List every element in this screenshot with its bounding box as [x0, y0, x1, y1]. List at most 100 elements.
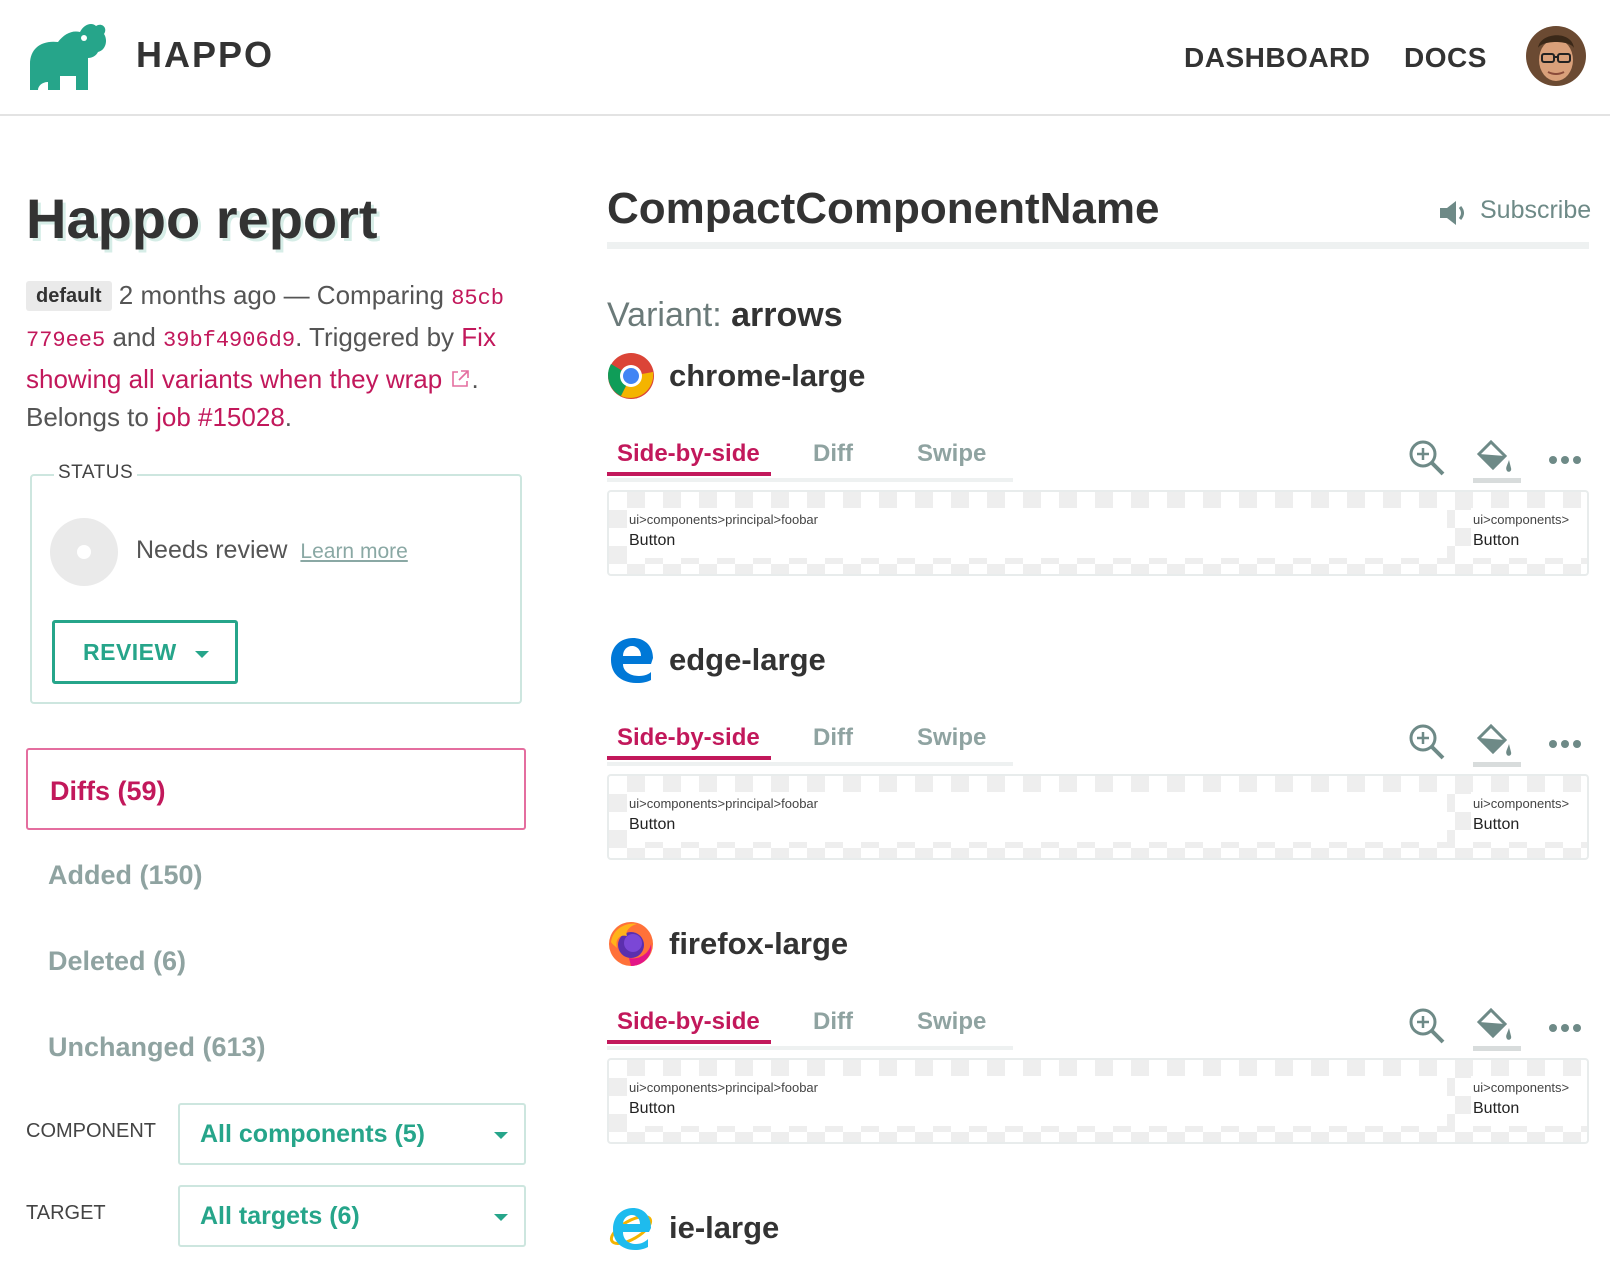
review-button[interactable]: REVIEW [52, 620, 238, 684]
fill-color-bar [1473, 478, 1521, 483]
component-select-value: All components (5) [200, 1120, 426, 1148]
tab-diff[interactable]: Diff [813, 440, 853, 468]
snapshot-path: ui>components> [1473, 1080, 1570, 1095]
meta-period: . [471, 364, 479, 394]
tab-side-by-side[interactable]: Side-by-side [617, 440, 760, 468]
firefox-icon [609, 922, 653, 966]
status-panel: STATUS Needs review Learn more REVIEW [30, 462, 522, 704]
paint-bucket-icon[interactable] [1473, 438, 1513, 478]
nav-dashboard-link[interactable]: DASHBOARD [1184, 42, 1371, 74]
snapshot-label: Button [1473, 816, 1520, 833]
snapshot-label: Button [629, 532, 676, 549]
target-section-chrome: chrome-large Side-by-side Diff Swipe ui>… [607, 352, 1589, 632]
nav-docs-link[interactable]: DOCS [1404, 42, 1487, 74]
subscribe-label: Subscribe [1480, 196, 1592, 224]
target-select-label: TARGET [26, 1202, 106, 1224]
target-select-value: All targets (6) [200, 1202, 360, 1230]
tab-diff[interactable]: Diff [813, 1008, 853, 1036]
filter-deleted[interactable]: Deleted (6) [26, 920, 526, 1002]
target-name: ie-large [669, 1210, 780, 1245]
paint-bucket-icon[interactable] [1473, 1006, 1513, 1046]
snapshot-label: Button [1473, 532, 1520, 549]
tab-swipe[interactable]: Swipe [917, 440, 986, 468]
paint-bucket-icon[interactable] [1473, 722, 1513, 762]
snapshot-label: Button [629, 816, 676, 833]
sha-after-link[interactable]: 39bf4906d9 [163, 328, 295, 353]
tab-swipe[interactable]: Swipe [917, 1008, 986, 1036]
more-options-icon[interactable] [1545, 442, 1585, 482]
chrome-icon [608, 353, 654, 399]
variant-label: Variant: [607, 296, 722, 334]
job-link[interactable]: job #15028 [156, 402, 285, 432]
target-name: firefox-large [669, 926, 849, 961]
tab-side-by-side[interactable]: Side-by-side [617, 1008, 760, 1036]
snapshot-before: ui>components>principal>foobar Button [627, 508, 1447, 558]
review-button-label: REVIEW [83, 638, 177, 665]
hippo-logo-icon[interactable] [24, 20, 108, 92]
view-tabs: Side-by-side Diff Swipe [607, 440, 1013, 482]
filter-unchanged[interactable]: Unchanged (613) [26, 1006, 526, 1088]
snapshot-after: ui>components> Button [1471, 1076, 1587, 1126]
title-divider [607, 242, 1589, 249]
avatar-image-icon [1526, 26, 1586, 86]
active-tab-indicator [607, 472, 771, 476]
variant-name: arrows [731, 296, 843, 334]
status-pending-icon [50, 518, 118, 586]
tab-diff[interactable]: Diff [813, 724, 853, 752]
target-section-ie: ie-large [607, 1204, 1589, 1264]
more-options-icon[interactable] [1545, 1010, 1585, 1050]
ie-icon [609, 1208, 653, 1250]
fill-color-bar [1473, 1046, 1521, 1051]
filter-diffs[interactable]: Diffs (59) [26, 748, 526, 830]
zoom-in-icon[interactable] [1407, 722, 1447, 762]
component-select[interactable]: All components (5) [178, 1103, 526, 1165]
active-tab-indicator [607, 1040, 771, 1044]
zoom-in-icon[interactable] [1407, 1006, 1447, 1046]
report-meta: default 2 months ago — Comparing 85cb 77… [26, 276, 526, 436]
status-legend: STATUS [54, 462, 138, 484]
project-tag: default [26, 281, 112, 311]
status-text: Needs review Learn more [136, 536, 408, 565]
snapshot-comparison[interactable]: ui>components>principal>foobar Button ui… [607, 774, 1589, 860]
component-title: CompactComponentName [607, 184, 1160, 233]
edge-icon [611, 638, 653, 683]
more-options-icon[interactable] [1545, 726, 1585, 766]
tab-side-by-side[interactable]: Side-by-side [617, 724, 760, 752]
meta-triggered: . Triggered by [295, 322, 462, 352]
meta-comparing: — Comparing [276, 280, 452, 310]
view-tabs: Side-by-side Diff Swipe [607, 724, 1013, 766]
target-name: chrome-large [669, 358, 866, 393]
snapshot-before: ui>components>principal>foobar Button [627, 1076, 1447, 1126]
meta-end: . [284, 402, 293, 432]
target-section-firefox: firefox-large Side-by-side Diff Swipe ui… [607, 920, 1589, 1200]
snapshot-label: Button [629, 1100, 676, 1117]
filter-added[interactable]: Added (150) [26, 834, 526, 916]
meta-and: and [105, 322, 164, 352]
snapshot-path: ui>components> [1473, 512, 1570, 527]
active-tab-indicator [607, 756, 771, 760]
snapshot-path: ui>components>principal>foobar [629, 1080, 818, 1095]
report-time: 2 months ago [118, 280, 277, 310]
zoom-in-icon[interactable] [1407, 438, 1447, 478]
speaker-icon [1440, 201, 1464, 225]
view-tabs: Side-by-side Diff Swipe [607, 1008, 1013, 1050]
learn-more-link[interactable]: Learn more [300, 540, 407, 563]
snapshot-label: Button [1473, 1100, 1520, 1117]
report-title: Happo report [26, 187, 378, 250]
user-avatar[interactable] [1526, 26, 1586, 86]
snapshot-after: ui>components> Button [1471, 792, 1587, 842]
brand-name[interactable]: HAPPO [136, 34, 274, 76]
fill-color-bar [1473, 762, 1521, 767]
snapshot-comparison[interactable]: ui>components>principal>foobar Button ui… [607, 1058, 1589, 1144]
snapshot-after: ui>components> Button [1471, 508, 1587, 558]
target-select[interactable]: All targets (6) [178, 1185, 526, 1247]
component-select-label: COMPONENT [26, 1120, 156, 1142]
top-header: HAPPO DASHBOARD DOCS [0, 0, 1610, 116]
snapshot-comparison[interactable]: ui>components>principal>foobar Button ui… [607, 490, 1589, 576]
tab-swipe[interactable]: Swipe [917, 724, 986, 752]
target-section-edge: edge-large Side-by-side Diff Swipe ui>co… [607, 636, 1589, 916]
caret-down-icon [494, 1214, 508, 1221]
external-link-icon[interactable] [449, 368, 471, 390]
snapshot-path: ui>components>principal>foobar [629, 512, 818, 527]
meta-belongs: Belongs to [26, 402, 157, 432]
